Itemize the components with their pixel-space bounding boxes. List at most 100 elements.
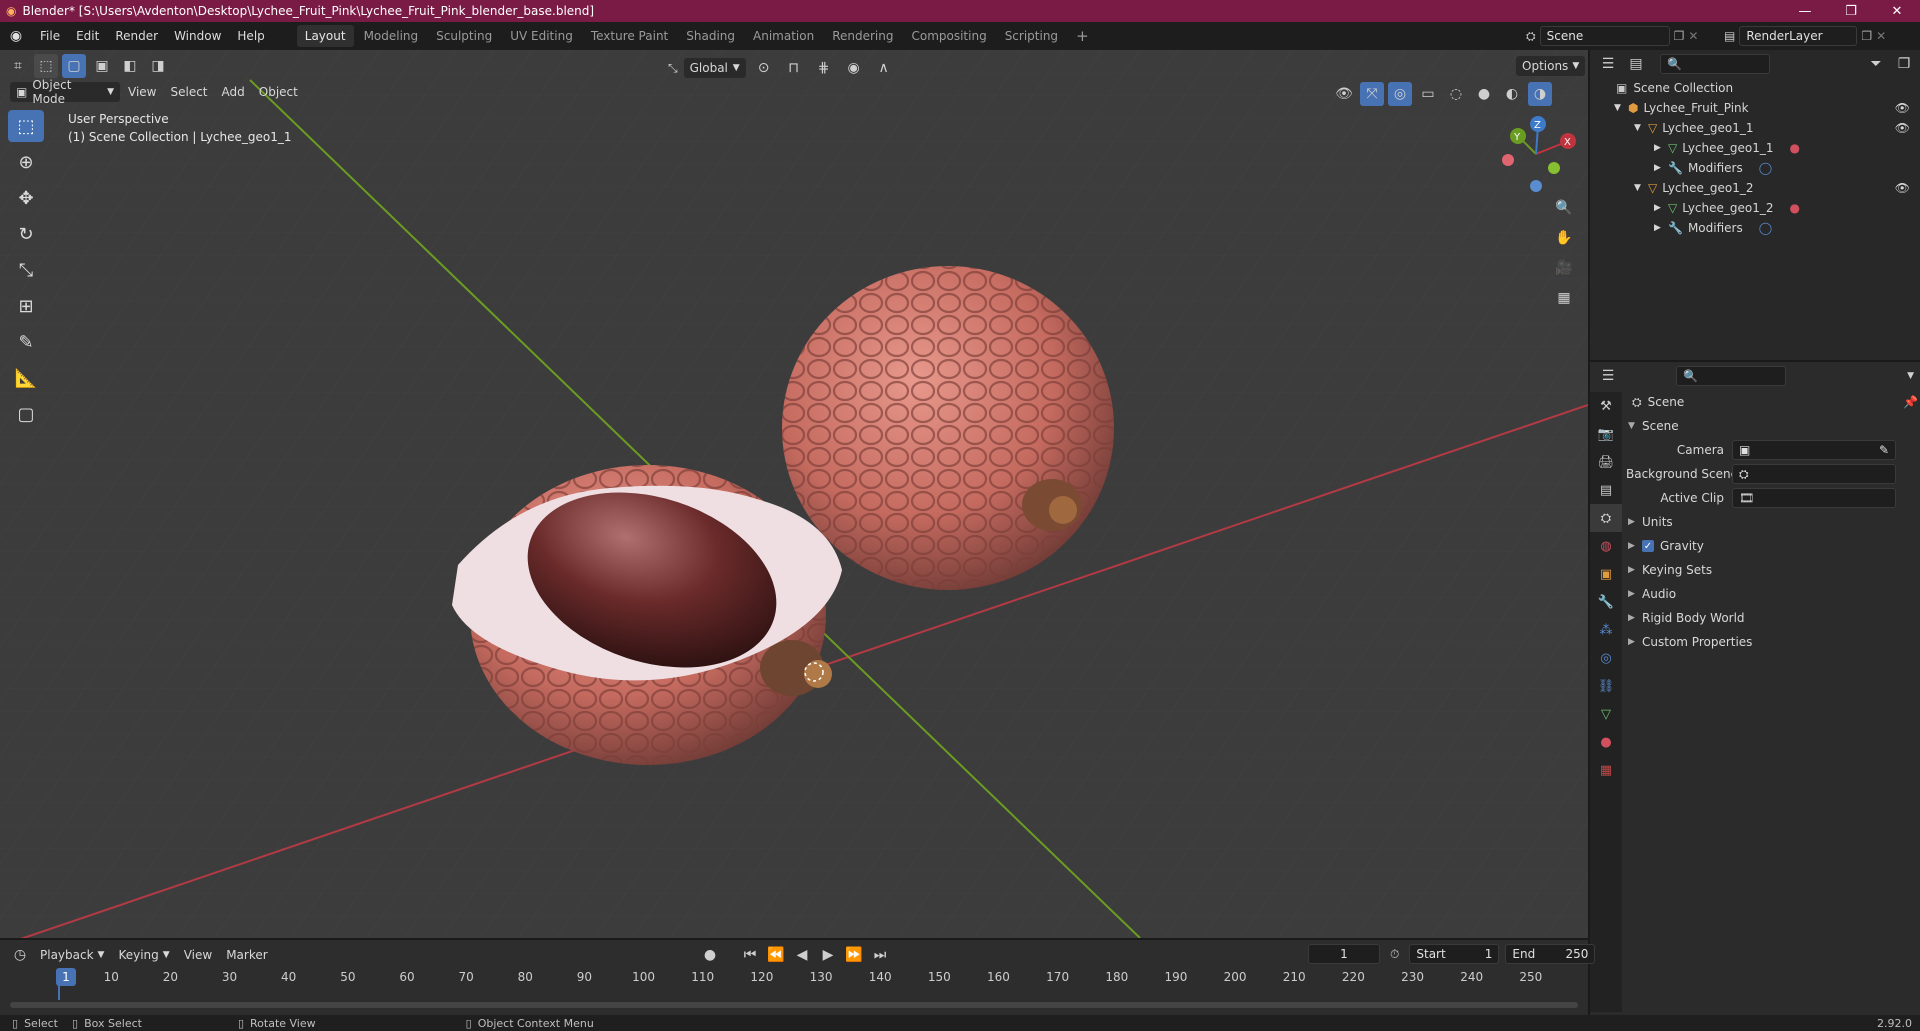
pivot-point-icon[interactable]: ⊙	[752, 56, 776, 80]
panel-scene-header[interactable]: ▼ Scene	[1626, 414, 1918, 438]
expand-arrow-icon[interactable]: ▼	[1614, 103, 1628, 113]
outliner-search-input[interactable]: 🔍	[1660, 54, 1770, 74]
menu-help[interactable]: Help	[229, 22, 272, 50]
scene-selector-icon[interactable]: ⛭	[1526, 29, 1536, 44]
new-view-layer-icon[interactable]: ❐	[1861, 29, 1872, 43]
new-scene-icon[interactable]: ❐	[1674, 29, 1685, 43]
material-shading-icon[interactable]: ◐	[1500, 82, 1524, 106]
menu-select[interactable]: Select	[164, 82, 213, 102]
transform-tool-icon[interactable]: ⊞	[8, 290, 44, 322]
scale-tool-icon[interactable]: ⤡	[8, 254, 44, 286]
expand-arrow-icon[interactable]: ▼	[1634, 183, 1648, 193]
lychee-whole[interactable]	[782, 266, 1114, 590]
navigation-gizmo[interactable]: X Y Z	[1498, 114, 1578, 194]
scene-tab-icon[interactable]: ⛭	[1590, 504, 1622, 532]
panel-keying-sets[interactable]: ▶ Keying Sets	[1626, 558, 1918, 582]
outliner-object-row[interactable]: ▼ ▽ Lychee_geo1_2 👁	[1590, 178, 1920, 198]
select-extend-icon[interactable]: ▣	[90, 54, 114, 78]
expand-arrow-icon[interactable]: ▼	[1634, 123, 1648, 133]
tab-modeling[interactable]: Modeling	[356, 25, 427, 47]
tab-shading[interactable]: Shading	[678, 25, 743, 47]
expand-arrow-icon[interactable]: ▶	[1654, 203, 1668, 213]
visibility-icon[interactable]: 👁	[1332, 82, 1356, 106]
outliner-mesh-row[interactable]: ▶ ▽ Lychee_geo1_2 ●	[1590, 198, 1920, 218]
camera-field[interactable]: ▣ ✎	[1732, 440, 1896, 460]
snap-target-icon[interactable]: ⋕	[812, 56, 836, 80]
menu-add[interactable]: Add	[216, 82, 251, 102]
mode-dropdown[interactable]: ▣ Object Mode ▼	[10, 78, 120, 106]
tab-uv-editing[interactable]: UV Editing	[502, 25, 581, 47]
select-intersect-icon[interactable]: ◨	[146, 54, 170, 78]
tab-animation[interactable]: Animation	[745, 25, 822, 47]
snap-icon[interactable]: ⊓	[782, 56, 806, 80]
maximize-button[interactable]: ❐	[1828, 0, 1874, 22]
menu-view[interactable]: View	[122, 82, 162, 102]
xray-icon[interactable]: ▭	[1416, 82, 1440, 106]
frame-ruler[interactable]: 1102030405060708090100110120130140150160…	[0, 940, 1588, 1000]
select-box-tool-icon[interactable]: ⬚	[8, 110, 44, 142]
data-tab-icon[interactable]: ▽	[1590, 700, 1622, 728]
expand-arrow-icon[interactable]: ▶	[1654, 223, 1668, 233]
material-tab-icon[interactable]: ●	[1590, 728, 1622, 756]
tool-tab-icon[interactable]: ⚒	[1590, 392, 1622, 420]
zoom-icon[interactable]: 🔍	[1552, 196, 1576, 220]
solid-shading-icon[interactable]: ●	[1472, 82, 1496, 106]
scene-field[interactable]: Scene	[1539, 26, 1670, 46]
menu-file[interactable]: File	[32, 22, 68, 50]
properties-search-input[interactable]: 🔍	[1676, 366, 1786, 386]
cursor-tool-icon[interactable]: ⊕	[8, 146, 44, 178]
properties-editor-type-icon[interactable]: ☰	[1596, 364, 1620, 388]
outliner-editor-type-icon[interactable]: ☰	[1596, 52, 1620, 76]
select-subtract-icon[interactable]: ◧	[118, 54, 142, 78]
new-collection-icon[interactable]: ❐	[1892, 52, 1916, 76]
view-layer-icon[interactable]: ▤	[1724, 29, 1735, 43]
display-mode-icon[interactable]: ▤	[1624, 52, 1648, 76]
close-button[interactable]: ✕	[1874, 0, 1920, 22]
chevron-down-icon[interactable]: ▼	[1907, 371, 1914, 381]
3d-viewport[interactable]: ⌗ ⬚ ▢ ▣ ◧ ◨ ⤡ Global ▼ ⊙ ⊓ ⋕ ◉ ∧ Options …	[0, 50, 1588, 938]
camera-view-icon[interactable]: 🎥	[1552, 256, 1576, 280]
physics-tab-icon[interactable]: ◎	[1590, 644, 1622, 672]
outliner-mesh-row[interactable]: ▶ ▽ Lychee_geo1_1 ●	[1590, 138, 1920, 158]
filter-icon[interactable]: ⏷	[1864, 52, 1888, 76]
eyedropper-icon[interactable]: ✎	[1879, 443, 1889, 457]
output-tab-icon[interactable]: 🖨	[1590, 448, 1622, 476]
gravity-checkbox[interactable]: ✓	[1642, 540, 1654, 552]
active-clip-field[interactable]: 🎞	[1732, 488, 1896, 508]
panel-audio[interactable]: ▶ Audio	[1626, 582, 1918, 606]
object-tab-icon[interactable]: ▣	[1590, 560, 1622, 588]
outliner-modifiers-row[interactable]: ▶ 🔧 Modifiers ◯	[1590, 158, 1920, 178]
editor-type-icon[interactable]: ⌗	[6, 54, 30, 78]
particles-tab-icon[interactable]: ⁂	[1590, 616, 1622, 644]
pin-icon[interactable]: 📌	[1903, 395, 1918, 409]
blender-menu-icon[interactable]: ◉	[0, 28, 32, 44]
minimize-button[interactable]: —	[1782, 0, 1828, 22]
tab-layout[interactable]: Layout	[296, 25, 354, 47]
add-cube-tool-icon[interactable]: ▢	[8, 398, 44, 430]
menu-object[interactable]: Object	[253, 82, 304, 102]
texture-tab-icon[interactable]: ▦	[1590, 756, 1622, 784]
view-layer-field[interactable]: RenderLayer	[1739, 26, 1858, 46]
wireframe-shading-icon[interactable]: ◌	[1444, 82, 1468, 106]
expand-arrow-icon[interactable]: ▶	[1654, 143, 1668, 153]
menu-window[interactable]: Window	[166, 22, 229, 50]
modifier-tab-icon[interactable]: 🔧	[1590, 588, 1622, 616]
add-workspace-icon[interactable]: +	[1068, 25, 1097, 47]
panel-rigid-body-world[interactable]: ▶ Rigid Body World	[1626, 606, 1918, 630]
render-tab-icon[interactable]: 📷	[1590, 420, 1622, 448]
rendered-shading-icon[interactable]: ◑	[1528, 82, 1552, 106]
tab-compositing[interactable]: Compositing	[903, 25, 994, 47]
gizmo-toggle-icon[interactable]: ⤧	[1360, 82, 1384, 106]
move-tool-icon[interactable]: ✥	[8, 182, 44, 214]
world-tab-icon[interactable]: ◍	[1590, 532, 1622, 560]
ortho-toggle-icon[interactable]: ▦	[1552, 286, 1576, 310]
tab-scripting[interactable]: Scripting	[997, 25, 1066, 47]
outliner-collection-row[interactable]: ▼ ⬢ Lychee_Fruit_Pink 👁	[1590, 98, 1920, 118]
outliner-modifiers-row[interactable]: ▶ 🔧 Modifiers ◯	[1590, 218, 1920, 238]
measure-tool-icon[interactable]: 📐	[8, 362, 44, 394]
annotate-tool-icon[interactable]: ✎	[8, 326, 44, 358]
panel-custom-properties[interactable]: ▶ Custom Properties	[1626, 630, 1918, 654]
visibility-eye-icon[interactable]: 👁	[1895, 181, 1910, 195]
select-mode-icon[interactable]: ⬚	[34, 54, 58, 78]
timeline-scrollbar[interactable]	[10, 1002, 1578, 1008]
